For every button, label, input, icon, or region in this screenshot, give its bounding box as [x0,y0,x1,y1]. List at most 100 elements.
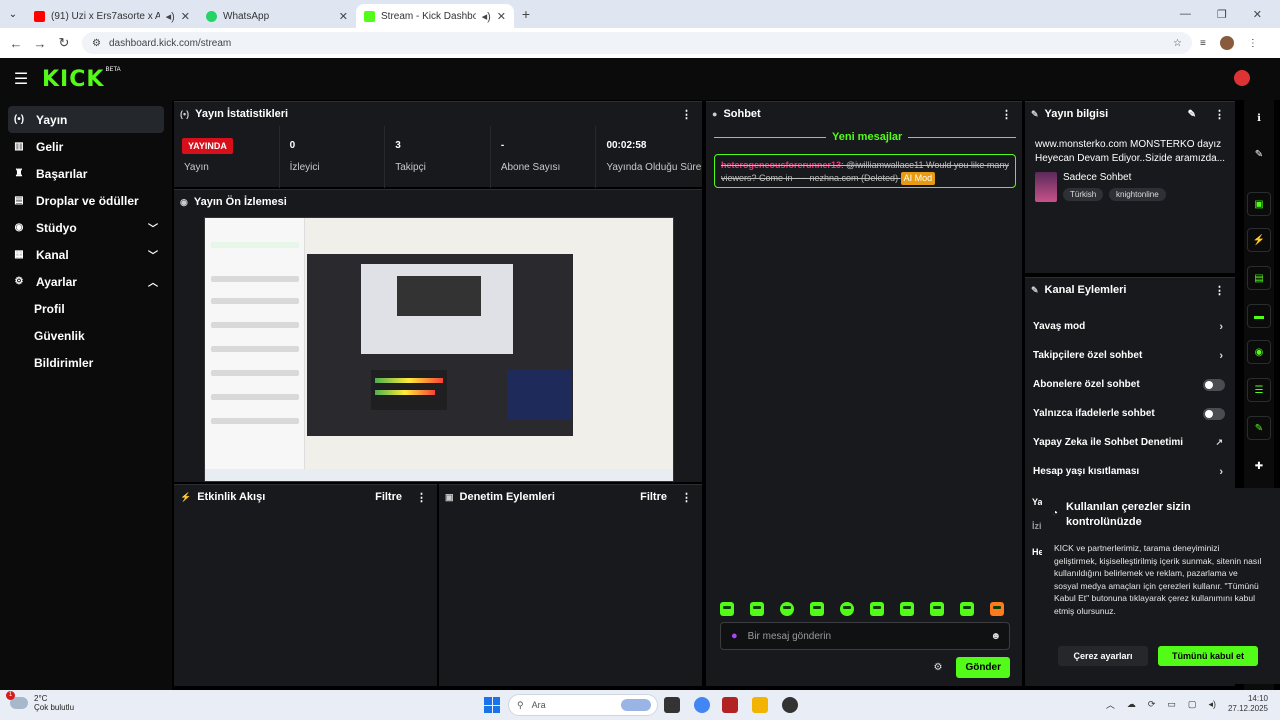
sidebar-item-yayin[interactable]: (•) Yayın [8,106,164,133]
forward-icon[interactable]: → [28,36,52,51]
sidebar-item-gelir[interactable]: ▥ Gelir [8,133,164,160]
bolt-icon[interactable]: ⚡ [1247,228,1271,252]
filter-button[interactable]: Filtre [375,491,402,503]
action-slow-mode[interactable]: Yavaş mod › [1025,312,1235,341]
grid-plus-icon[interactable]: ✚ [1247,454,1271,478]
cloud-sync-icon[interactable]: ☁ [1127,699,1136,710]
action-ai-moderation[interactable]: Yapay Zeka ile Sohbet Denetimi ↗ [1025,428,1235,457]
emote-icon[interactable] [840,602,854,616]
start-button[interactable] [484,697,500,713]
emotes-only-toggle[interactable] [1203,407,1225,420]
action-followers-only[interactable]: Takipçilere özel sohbet › [1025,341,1235,370]
chat-settings-icon[interactable]: ⚙ [933,662,942,673]
sidebar-subitem-profil[interactable]: Profil [34,295,172,322]
emote-icon[interactable] [990,602,1004,616]
kebab-menu-icon[interactable]: ⋮ [681,108,692,121]
wrench-icon[interactable]: ✎ [1247,416,1271,440]
new-messages-label[interactable]: Yeni mesajlar [826,131,909,143]
battery-icon[interactable]: ▭ [1167,699,1176,710]
speaker-icon[interactable]: ◂) [166,10,175,23]
emote-icon[interactable] [960,602,974,616]
sidebar-item-droplar[interactable]: ▤ Droplar ve ödüller [8,187,164,214]
chat-username[interactable]: heterogeneousforerunner13 [721,160,841,170]
task-view-icon[interactable] [664,697,680,713]
playlist-icon[interactable]: ≡ [1200,38,1206,49]
kick-logo[interactable]: KICKBETA [42,67,121,92]
emoji-icon[interactable]: ☻ [990,631,1001,642]
new-tab-button[interactable]: + [514,6,538,22]
kebab-menu-icon[interactable]: ⋮ [416,491,427,504]
back-icon[interactable]: ← [4,36,28,51]
emote-icon[interactable] [900,602,914,616]
chat-message[interactable]: heterogeneousforerunner13: @iwilliamwall… [714,154,1016,188]
emote-icon[interactable] [810,602,824,616]
chevron-up-icon[interactable]: ︿ [1106,698,1115,711]
subscribers-only-toggle[interactable] [1203,378,1225,391]
sidebar-item-basarilar[interactable]: ♜ Başarılar [8,160,164,187]
speaker-icon[interactable]: ◂) [482,10,491,23]
weather-widget[interactable]: 1 2°C Çok bulutlu [6,691,74,712]
maximize-icon[interactable]: ❐ [1217,8,1227,21]
screen-icon[interactable]: ▣ [1247,192,1271,216]
volume-icon[interactable]: ◂) [1208,699,1216,710]
clock-date: 27.12.2025 [1227,704,1268,713]
game-app-icon[interactable] [722,697,738,713]
emote-icon[interactable] [750,602,764,616]
filter-button[interactable]: Filtre [640,491,667,503]
user-avatar[interactable] [1234,70,1250,86]
chrome-icon[interactable] [694,697,710,713]
menu-kebab-icon[interactable]: ⋮ [1248,38,1258,49]
close-window-icon[interactable]: ✕ [1253,8,1262,21]
obs-icon[interactable] [782,697,798,713]
action-account-age[interactable]: Hesap yaşı kısıtlaması › [1025,457,1235,486]
sidebar-subitem-guvenlik[interactable]: Güvenlik [34,322,172,349]
action-label: Yavaş mod [1033,321,1086,332]
emote-icon[interactable] [930,602,944,616]
stream-preview-video[interactable] [204,217,674,482]
kebab-menu-icon[interactable]: ⋮ [681,491,692,504]
tab-kick-dashboard[interactable]: Stream - Kick Dashboard ◂) ✕ [356,4,514,28]
hamburger-icon[interactable]: ☰ [0,69,42,89]
close-tab-icon[interactable]: ✕ [497,10,506,23]
clock[interactable]: 14:10 27.12.2025 [1228,694,1268,714]
chat-input[interactable]: ● Bir mesaj gönderin ☻ [720,622,1010,650]
close-tab-icon[interactable]: ✕ [181,10,190,23]
sync-icon[interactable]: ⟳ [1148,699,1156,710]
minimize-icon[interactable]: — [1180,8,1191,21]
info-icon[interactable]: ℹ [1247,106,1271,130]
file-explorer-icon[interactable] [752,697,768,713]
send-button[interactable]: Gönder [956,657,1010,678]
bookmark-star-icon[interactable]: ☆ [1173,38,1182,49]
tab-youtube[interactable]: (91) Uzi x Ers7asorte x Atiz... ◂) ✕ [26,4,198,28]
microphone-icon[interactable]: ● [731,630,738,642]
sidebar-item-ayarlar[interactable]: ⚙ Ayarlar ︿ [8,268,164,295]
url-field[interactable]: ⚙ dashboard.kick.com/stream ☆ [82,32,1192,54]
action-label: Yalnızca ifadelerle sohbet [1033,408,1155,419]
site-info-icon[interactable]: ⚙ [92,38,101,49]
emote-icon[interactable] [870,602,884,616]
close-tab-icon[interactable]: ✕ [339,10,348,23]
display-icon[interactable]: ▢ [1188,699,1197,710]
broadcast-icon[interactable]: ◉ [1247,340,1271,364]
accept-all-cookies-button[interactable]: Tümünü kabul et [1158,646,1258,666]
profile-avatar[interactable] [1219,36,1234,50]
sidebar-item-studyo[interactable]: ◉ Stüdyo ﹀ [8,214,164,241]
kebab-menu-icon[interactable]: ⋮ [1214,284,1225,297]
cookie-settings-button[interactable]: Çerez ayarları [1058,646,1148,666]
tab-whatsapp[interactable]: WhatsApp ✕ [198,4,356,28]
sidebar-subitem-bildirimler[interactable]: Bildirimler [34,349,172,376]
emote-icon[interactable] [780,602,794,616]
edit-icon[interactable]: ✎ [1188,109,1196,120]
emote-icon[interactable] [720,602,734,616]
tab-list-button[interactable]: ⌄ [0,9,26,20]
gear-icon: ⚙ [14,276,24,287]
list-icon[interactable]: ☰ [1247,378,1271,402]
chat-icon[interactable]: ▬ [1247,304,1271,328]
sidebar-item-kanal[interactable]: ▦ Kanal ﹀ [8,241,164,268]
reload-icon[interactable]: ↻ [52,35,76,51]
document-icon[interactable]: ▤ [1247,266,1271,290]
kebab-menu-icon[interactable]: ⋮ [1214,108,1225,121]
pencil-icon[interactable]: ✎ [1247,142,1271,166]
taskbar-search[interactable]: ⚲ Ara [508,694,658,716]
kebab-menu-icon[interactable]: ⋮ [1001,108,1012,121]
